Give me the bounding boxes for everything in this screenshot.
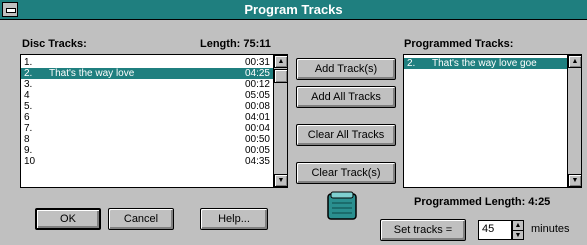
add-all-tracks-button[interactable]: Add All Tracks [296, 86, 396, 108]
window-title: Program Tracks [244, 2, 343, 17]
cancel-button[interactable]: Cancel [108, 208, 174, 230]
track-row[interactable]: 1. 00:31 [21, 57, 273, 68]
scroll-down-icon[interactable]: ▼ [274, 174, 287, 187]
track-row[interactable]: 2. That's the way love goe [404, 58, 567, 69]
track-row[interactable]: 9. 00:05 [21, 145, 273, 156]
track-number: 6 [24, 112, 30, 123]
help-button[interactable]: Help... [200, 208, 268, 230]
track-number: 5. [24, 101, 33, 112]
track-time: 00:31 [244, 57, 270, 68]
scroll-up-icon[interactable]: ▲ [274, 55, 287, 68]
scroll-down-icon[interactable]: ▼ [568, 174, 581, 187]
ok-button[interactable]: OK [35, 208, 101, 230]
track-time: 05:05 [244, 90, 270, 101]
track-time: 04:01 [244, 112, 270, 123]
track-row[interactable]: 5. 00:08 [21, 101, 273, 112]
track-row[interactable]: 3. 00:12 [21, 79, 273, 90]
track-time: 04:25 [244, 68, 270, 79]
track-name: That's the way love [49, 68, 135, 79]
help-button-label: Help... [218, 213, 250, 225]
ok-button-label: OK [60, 213, 76, 225]
scroll-up-icon[interactable]: ▲ [568, 55, 581, 68]
track-number: 2. [407, 58, 416, 69]
track-time: 00:04 [244, 123, 270, 134]
track-name: That's the way love goe [432, 58, 537, 69]
track-time: 00:05 [244, 145, 270, 156]
spin-down-icon[interactable]: ▼ [513, 230, 523, 239]
track-row[interactable]: 10 04:35 [21, 156, 273, 167]
minutes-spinner[interactable]: ▲ ▼ [512, 220, 524, 240]
scroll-thumb[interactable] [274, 69, 287, 83]
track-number: 7. [24, 123, 33, 134]
disc-tracks-scrollbar[interactable]: ▲ ▼ [273, 55, 287, 187]
track-time: 00:50 [244, 134, 270, 145]
programmed-tracks-list[interactable]: 2. That's the way love goe ▲ ▼ [403, 54, 582, 188]
add-tracks-button[interactable]: Add Track(s) [296, 58, 396, 80]
disc-tracks-list[interactable]: 1. 00:31 2. That's the way love 04:25 3. 00:12… [20, 54, 288, 188]
programmed-tracks-label: Programmed Tracks: [404, 38, 514, 50]
cancel-button-label: Cancel [123, 213, 159, 225]
track-number: 10 [24, 156, 36, 167]
track-number: 9. [24, 145, 33, 156]
programmed-length-label: Programmed Length: 4:25 [414, 196, 551, 208]
track-row[interactable]: 2. That's the way love 04:25 [21, 68, 273, 79]
track-number: 2. [24, 68, 33, 79]
clear-all-tracks-button[interactable]: Clear All Tracks [296, 124, 396, 146]
track-time: 00:12 [244, 79, 270, 90]
track-row[interactable]: 6 04:01 [21, 112, 273, 123]
track-row[interactable]: 8 00:50 [21, 134, 273, 145]
clear-tracks-button[interactable]: Clear Track(s) [296, 162, 396, 184]
track-number: 8 [24, 134, 30, 145]
track-time: 00:08 [244, 101, 270, 112]
minutes-label: minutes [531, 223, 570, 235]
track-number: 1. [24, 57, 33, 68]
spin-up-icon[interactable]: ▲ [513, 221, 523, 230]
disc-tracks-label: Disc Tracks: [22, 38, 87, 50]
disc-length-label: Length: 75:11 [200, 38, 271, 50]
programmed-tracks-scrollbar[interactable]: ▲ ▼ [567, 55, 581, 187]
track-row[interactable]: 7. 00:04 [21, 123, 273, 134]
minutes-input[interactable]: 45 [478, 220, 512, 240]
track-number: 3. [24, 79, 33, 90]
title-bar: Program Tracks [0, 0, 587, 20]
track-number: 4 [24, 90, 30, 101]
track-row[interactable]: 4 05:05 [21, 90, 273, 101]
set-tracks-button[interactable]: Set tracks = [380, 219, 466, 241]
cd-case-icon [326, 191, 358, 221]
track-time: 04:35 [244, 156, 270, 167]
